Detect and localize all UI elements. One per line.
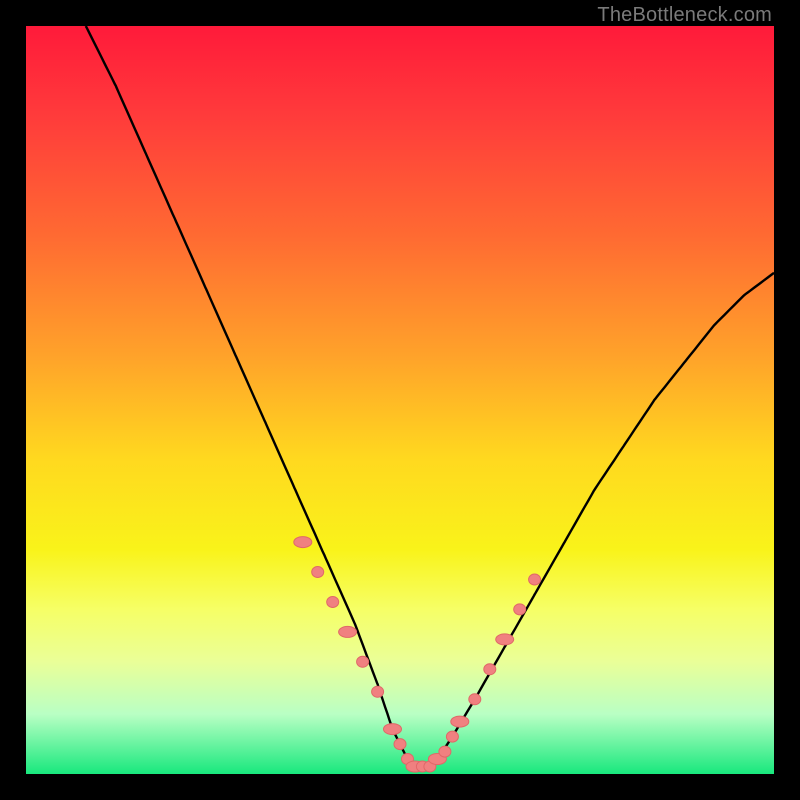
marker-dot xyxy=(312,567,324,578)
watermark-text: TheBottleneck.com xyxy=(597,4,772,27)
marker-dot xyxy=(451,716,469,727)
bottleneck-curve-path xyxy=(86,26,774,767)
marker-dot xyxy=(339,626,357,637)
marker-dot xyxy=(357,656,369,667)
marker-dot xyxy=(446,731,458,742)
marker-dot xyxy=(439,746,451,757)
marker-dot xyxy=(514,604,526,615)
marker-dot xyxy=(496,634,514,645)
marker-dot xyxy=(484,664,496,675)
marker-dot xyxy=(372,686,384,697)
marker-dot xyxy=(469,694,481,705)
marker-dot xyxy=(327,597,339,608)
chart-plot-area xyxy=(26,26,774,774)
marker-dot xyxy=(294,537,312,548)
marker-dot xyxy=(529,574,541,585)
marker-dot xyxy=(384,724,402,735)
marker-dot xyxy=(394,739,406,750)
bottleneck-curve-svg xyxy=(26,26,774,774)
